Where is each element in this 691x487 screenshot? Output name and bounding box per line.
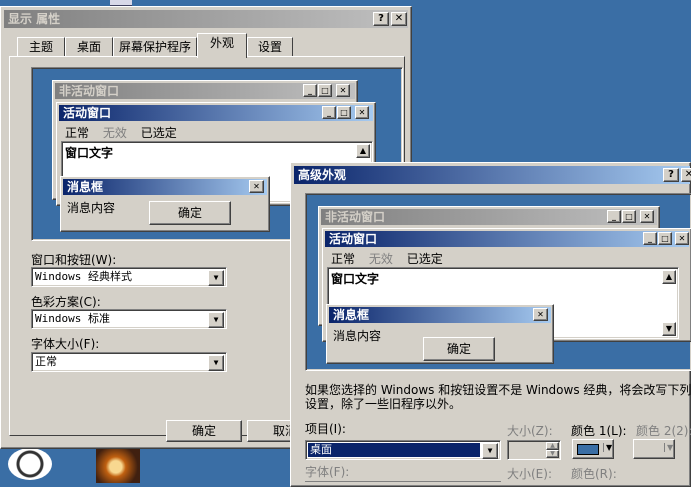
preview-scroll-up-icon: ▲ bbox=[662, 270, 676, 284]
preview-inactive-maximize-icon: □ bbox=[318, 84, 332, 97]
window-buttons-label: 窗口和按钮(W): bbox=[31, 253, 117, 267]
color2-picker[interactable]: ▼ bbox=[633, 439, 675, 459]
preview-menu-bar: 正常 无效 已选定 bbox=[331, 250, 453, 267]
help-button[interactable]: ? bbox=[663, 168, 679, 182]
preview-msgbox-titlebar: 消息框 bbox=[63, 179, 267, 195]
preview-menu-selected: 已选定 bbox=[140, 126, 177, 140]
preview-message-box: 消息框 ✕ 消息内容 确定 bbox=[60, 176, 270, 232]
spin-down-icon[interactable]: ▼ bbox=[546, 450, 559, 458]
window-buttons-select[interactable]: Windows 经典样式 ▼ bbox=[31, 267, 227, 287]
font-size-select[interactable]: 正常 ▼ bbox=[31, 352, 227, 372]
preview-active-maximize-icon: □ bbox=[658, 232, 672, 245]
preview-active-title: 活动窗口 bbox=[329, 232, 378, 246]
preview-window-text: 窗口文字 bbox=[331, 272, 380, 286]
chevron-down-icon: ▼ bbox=[603, 443, 612, 452]
ok-button[interactable]: 确定 bbox=[166, 420, 242, 442]
chevron-down-icon[interactable]: ▼ bbox=[208, 312, 224, 328]
display-properties-title: 显示 属性 bbox=[8, 12, 61, 26]
preview-scroll-down-icon: ▼ bbox=[662, 322, 676, 336]
preview-scroll-up-icon: ▲ bbox=[356, 144, 370, 158]
preview-msgbox-title: 消息框 bbox=[333, 308, 370, 322]
item-label: 项目(I): bbox=[305, 422, 346, 436]
preview-msgbox-text: 消息内容 bbox=[333, 329, 382, 343]
chevron-down-icon[interactable]: ▼ bbox=[482, 443, 498, 459]
font-label: 字体(F): bbox=[305, 465, 350, 479]
chevron-down-icon[interactable]: ▼ bbox=[208, 355, 224, 371]
taskbar-program-icon[interactable] bbox=[96, 447, 140, 483]
close-button[interactable]: ✕ bbox=[681, 168, 691, 182]
preview-inactive-close-icon: ✕ bbox=[336, 84, 350, 97]
tab-settings[interactable]: 设置 bbox=[247, 37, 293, 57]
preview-msgbox-close-icon: ✕ bbox=[249, 180, 264, 193]
font-size-label: 字体大小(F): bbox=[31, 337, 100, 351]
tab-appearance[interactable]: 外观 bbox=[197, 33, 247, 58]
tab-screensaver[interactable]: 屏幕保护程序 bbox=[113, 37, 197, 57]
preview-msgbox-text: 消息内容 bbox=[67, 201, 116, 215]
preview-menu-normal: 正常 bbox=[65, 126, 90, 140]
advanced-appearance-window: 高级外观 ? ✕ 非活动窗口 _ □ ✕ 活动窗口 _ □ ✕ 正常 无效 已选… bbox=[290, 162, 691, 487]
size-label: 大小(Z): bbox=[507, 424, 553, 438]
tab-theme[interactable]: 主题 bbox=[17, 37, 65, 57]
color2-label: 颜色 2(2): bbox=[636, 424, 691, 438]
color1-label: 颜色 1(L): bbox=[571, 424, 627, 438]
advanced-appearance-title: 高级外观 bbox=[298, 168, 347, 182]
preview-active-minimize-icon: _ bbox=[643, 232, 657, 245]
preview-menu-disabled: 无效 bbox=[102, 126, 127, 140]
close-button[interactable]: ✕ bbox=[391, 12, 407, 26]
font-color-label: 颜色(R): bbox=[571, 467, 617, 481]
color-scheme-value: Windows 标准 bbox=[35, 312, 110, 325]
preview-msgbox-title: 消息框 bbox=[67, 180, 104, 194]
window-buttons-value: Windows 经典样式 bbox=[35, 270, 132, 283]
preview-active-close-icon: ✕ bbox=[355, 106, 369, 119]
font-size-value: 正常 bbox=[35, 355, 57, 368]
preview-menu-normal: 正常 bbox=[331, 252, 356, 266]
chevron-down-icon: ▼ bbox=[664, 443, 673, 452]
preview-active-maximize-icon: □ bbox=[337, 106, 351, 119]
item-value: 桌面 bbox=[308, 443, 480, 457]
preview-msgbox-titlebar: 消息框 bbox=[329, 307, 551, 323]
advanced-note-line2: 设置，除了一些旧程序以外。 bbox=[305, 397, 462, 411]
preview-menu-disabled: 无效 bbox=[368, 252, 393, 266]
color1-swatch bbox=[577, 444, 599, 455]
preview-msgbox-close-icon: ✕ bbox=[533, 308, 548, 321]
font-select[interactable] bbox=[305, 481, 501, 487]
preview-menu-selected: 已选定 bbox=[406, 252, 443, 266]
display-properties-titlebar[interactable]: 显示 属性 bbox=[4, 10, 408, 28]
preview-active-minimize-icon: _ bbox=[322, 106, 336, 119]
preview-window-text: 窗口文字 bbox=[65, 146, 114, 160]
advanced-appearance-titlebar[interactable]: 高级外观 bbox=[294, 166, 690, 184]
taskbar-app-icon[interactable] bbox=[8, 448, 52, 480]
advanced-preview[interactable]: 非活动窗口 _ □ ✕ 活动窗口 _ □ ✕ 正常 无效 已选定 窗口文字 ▲ … bbox=[305, 193, 691, 371]
preview-active-title: 活动窗口 bbox=[63, 106, 112, 120]
tab-desktop[interactable]: 桌面 bbox=[65, 37, 113, 57]
preview-active-close-icon: ✕ bbox=[675, 232, 689, 245]
preview-inactive-minimize-icon: _ bbox=[303, 84, 317, 97]
preview-inactive-minimize-icon: _ bbox=[607, 210, 621, 223]
preview-message-box: 消息框 ✕ 消息内容 确定 bbox=[326, 304, 554, 364]
preview-inactive-maximize-icon: □ bbox=[622, 210, 636, 223]
preview-msgbox-ok: 确定 bbox=[149, 201, 231, 225]
help-button[interactable]: ? bbox=[373, 12, 389, 26]
color-scheme-select[interactable]: Windows 标准 ▼ bbox=[31, 309, 227, 329]
preview-inactive-title: 非活动窗口 bbox=[325, 210, 386, 224]
size-spinner[interactable]: ▲ ▼ bbox=[507, 440, 561, 460]
color-scheme-label: 色彩方案(C): bbox=[31, 295, 101, 309]
chevron-down-icon[interactable]: ▼ bbox=[208, 270, 224, 286]
preview-inactive-title: 非活动窗口 bbox=[59, 84, 120, 98]
preview-inactive-close-icon: ✕ bbox=[640, 210, 654, 223]
spin-up-icon[interactable]: ▲ bbox=[546, 442, 559, 450]
item-select[interactable]: 桌面 ▼ bbox=[305, 440, 501, 460]
preview-menu-bar: 正常 无效 已选定 bbox=[65, 124, 187, 141]
font-size-label: 大小(E): bbox=[507, 467, 552, 481]
color1-picker[interactable]: ▼ bbox=[572, 439, 614, 459]
preview-active-titlebar: 活动窗口 bbox=[325, 231, 689, 247]
preview-msgbox-ok: 确定 bbox=[423, 337, 495, 361]
